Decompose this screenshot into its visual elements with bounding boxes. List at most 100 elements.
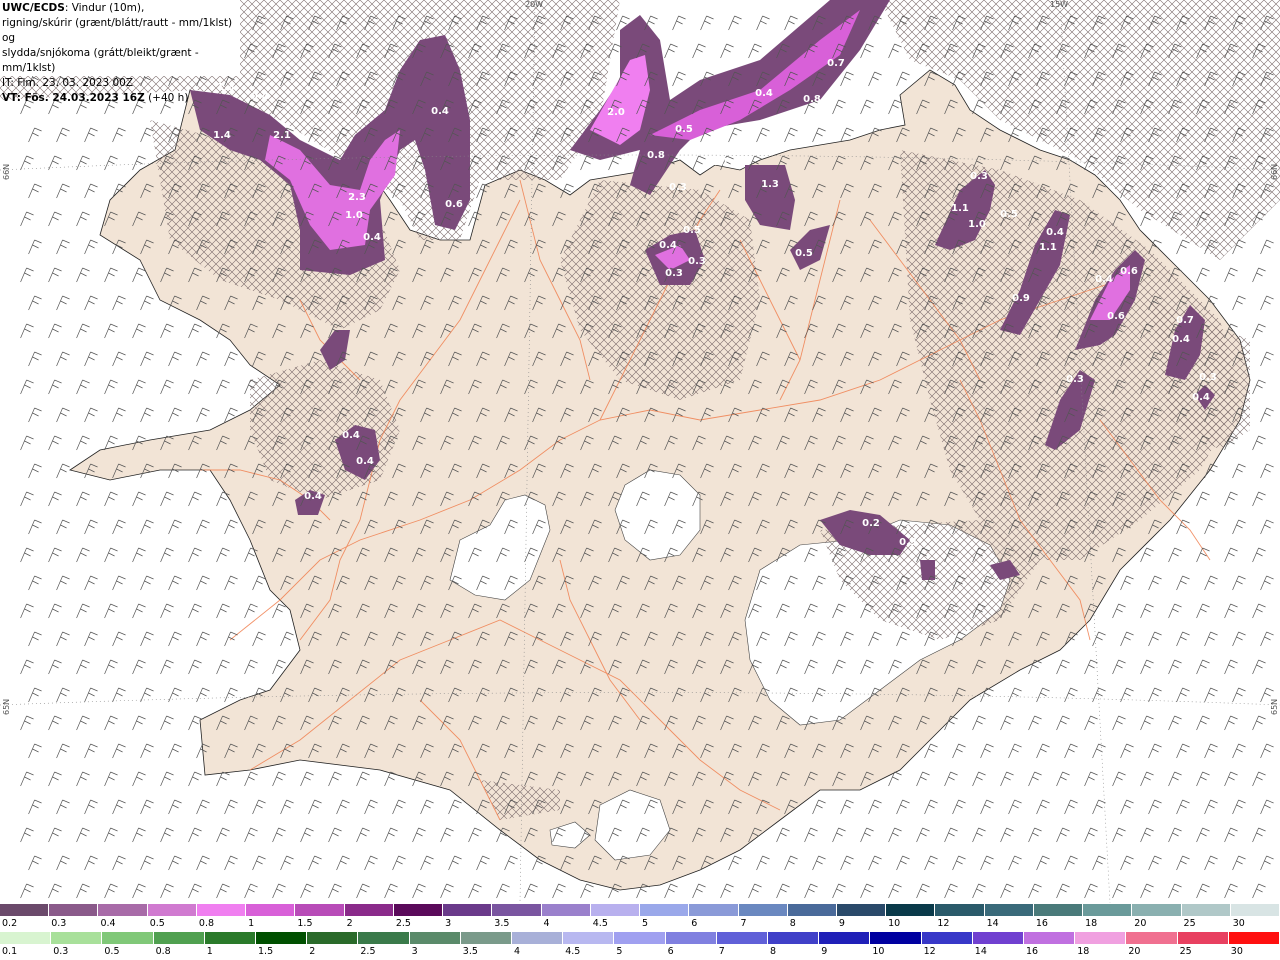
legend-swatch <box>1024 932 1076 944</box>
description-line-1: : Vindur (10m), <box>64 2 145 14</box>
legend-swatch <box>972 932 1025 944</box>
precip-value-label: 0.4 <box>1046 227 1064 238</box>
legend-label: 2 <box>346 918 353 929</box>
legend-label: 4 <box>543 918 550 929</box>
legend-label: 14 <box>974 946 987 957</box>
legend-label: 6 <box>667 946 674 957</box>
legend-label: 12 <box>923 946 936 957</box>
legend-swatch <box>886 904 936 916</box>
legend-label: 18 <box>1077 946 1090 957</box>
legend-label: 0.1 <box>2 946 18 957</box>
precip-value-label: 1.1 <box>951 203 969 214</box>
legend-swatch <box>541 904 591 916</box>
legend-label: 5 <box>616 946 623 957</box>
legend-swatch <box>344 904 394 916</box>
legend-label: 4.5 <box>565 946 581 957</box>
precip-value-label: 0.4 <box>755 88 773 99</box>
legend-swatch <box>295 904 345 916</box>
precip-value-label: 0.7 <box>1176 315 1194 326</box>
legend-label: 14 <box>986 918 999 929</box>
legend-swatch <box>443 904 493 916</box>
legend-label: 25 <box>1183 918 1196 929</box>
legend-label: 7 <box>740 918 747 929</box>
legend-label: 0.8 <box>198 918 215 929</box>
precip-value-label: 2.0 <box>607 107 625 118</box>
legend-swatch <box>1075 932 1127 944</box>
precip-value-label: 0.5 <box>683 225 701 236</box>
legend-swatch <box>409 932 461 944</box>
legend-label: 30 <box>1232 918 1245 929</box>
legend-label: 12 <box>937 918 950 929</box>
legend-swatch <box>768 932 820 944</box>
lat-label-left-65n: 65N <box>2 698 11 715</box>
legend-swatch <box>492 904 542 916</box>
precip-value-label: 0.2 <box>862 518 880 529</box>
legend-swatch <box>1083 904 1133 916</box>
legend-swatch <box>1177 932 1229 944</box>
precip-value-label: 1.0 <box>345 210 363 221</box>
lat-label-right-66n: 66N <box>1270 163 1279 180</box>
precip-value-label: 2.1 <box>273 130 291 141</box>
legend-label: 16 <box>1035 918 1048 929</box>
legend-swatch <box>1132 904 1182 916</box>
precip-value-label: 1.3 <box>761 179 779 190</box>
legend-swatch <box>98 904 148 916</box>
description-line-3: slydda/snjókoma (grátt/bleikt/grænt - mm… <box>2 47 199 74</box>
precip-value-label: 0.4 <box>363 232 381 243</box>
precip-value-label: 0.5 <box>1000 209 1018 220</box>
legend-swatch <box>716 932 769 944</box>
precip-value-label: 0.4 <box>1172 334 1190 345</box>
legend-label: 0.5 <box>104 946 120 957</box>
legend-label: 20 <box>1128 946 1141 957</box>
precip-value-label: 0.5 <box>795 248 813 259</box>
forecast-map: 1.30.41.4 2.12.31.00.40.40.60.70.40.82.00… <box>0 0 1280 903</box>
rain-legend-bar <box>0 932 1280 944</box>
legend-swatch <box>51 932 103 944</box>
legend-label: 18 <box>1085 918 1098 929</box>
legend-label: 2.5 <box>395 918 411 929</box>
legend-swatch <box>787 904 837 916</box>
legend-label: 4 <box>514 946 521 957</box>
legend-label: 20 <box>1134 918 1147 929</box>
legend-label: 10 <box>888 918 901 929</box>
legend-swatch <box>102 932 154 944</box>
legend-swatch <box>307 932 359 944</box>
precip-value-label: 2.3 <box>348 192 366 203</box>
legend-label: 0.4 <box>100 918 116 929</box>
legend-swatch <box>196 904 247 916</box>
precip-value-label: 0.3 <box>688 256 706 267</box>
legend-label: 3 <box>445 918 452 929</box>
precip-value-label: 0.3 <box>970 171 988 182</box>
legend-swatch <box>819 932 871 944</box>
legend-label: 5 <box>642 918 649 929</box>
precip-value-label: 1.1 <box>711 157 729 168</box>
precip-value-label: 1.1 <box>1039 242 1057 253</box>
precip-value-label: 0.9 <box>1012 293 1030 304</box>
precip-value-label: 0.3 <box>665 268 683 279</box>
legend-swatch <box>563 932 615 944</box>
legend-label: 30 <box>1230 946 1243 957</box>
snow-legend-labels: 0.2 0.3 0.4 0.5 0.8 1 1.5 2 2.5 3 3.5 4 4.5 5 6 7 8 9 10 12… <box>0 918 1280 930</box>
legend-label: 9 <box>821 946 828 957</box>
precip-value-label: 0.8 <box>647 150 665 161</box>
legend-label: 3.5 <box>494 918 510 929</box>
legend-label: 0.8 <box>155 946 171 957</box>
legend-swatch <box>393 904 444 916</box>
legend-swatch <box>358 932 410 944</box>
legend-label: 0.5 <box>149 918 165 929</box>
legend-swatch <box>246 904 296 916</box>
legend-label: 1.5 <box>297 918 313 929</box>
legend-swatch <box>738 904 788 916</box>
lon-label-15w: 15W <box>1050 0 1069 9</box>
legend-swatch <box>1126 932 1178 944</box>
precip-value-label: 0.6 <box>1120 266 1138 277</box>
legend-label: 3 <box>411 946 418 957</box>
legend-swatch <box>870 932 922 944</box>
legend-swatch <box>49 904 99 916</box>
precip-value-label: 0.8 <box>803 94 821 105</box>
legend-swatch <box>0 904 50 916</box>
legend-label: 7 <box>718 946 725 957</box>
precip-value-label: 0.3 <box>1066 374 1084 385</box>
legend-swatch <box>665 932 717 944</box>
precip-value-label: 0.4 <box>251 91 269 102</box>
